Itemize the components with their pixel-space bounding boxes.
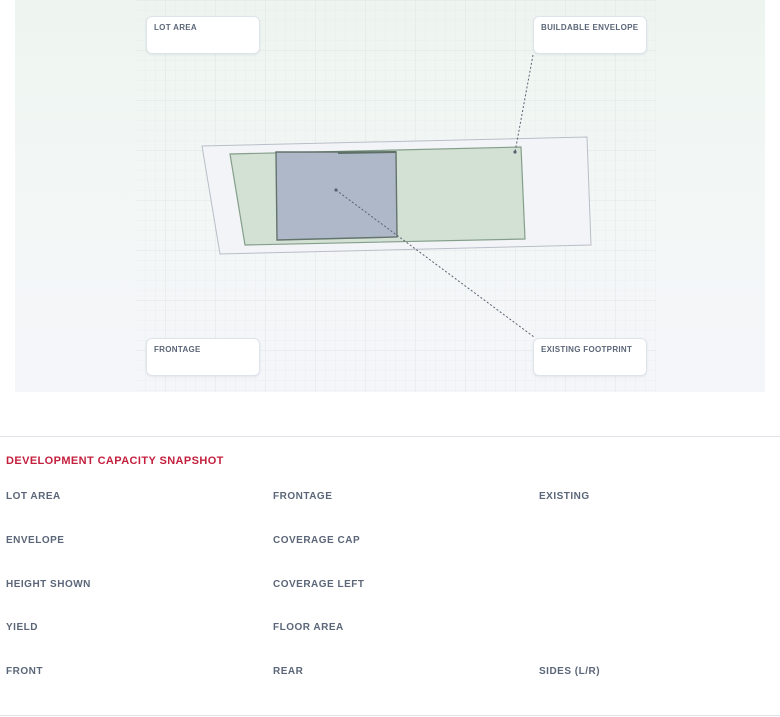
- metric-envelope-label: ENVELOPE: [6, 535, 65, 546]
- callout-buildable-envelope-label: BUILDABLE ENVELOPE: [541, 23, 639, 32]
- site-plan-diagram: [136, 0, 656, 392]
- metric-existing-label: EXISTING: [539, 491, 590, 502]
- callout-buildable-envelope: BUILDABLE ENVELOPE: [533, 16, 647, 54]
- callout-lot-area-label: LOT AREA: [154, 23, 197, 32]
- snapshot-title: DEVELOPMENT CAPACITY SNAPSHOT: [6, 455, 224, 467]
- site-diagram-panel: LOT AREA BUILDABLE ENVELOPE FRONTAGE EXI…: [15, 0, 765, 392]
- metric-front-label: FRONT: [6, 666, 43, 677]
- metric-floor-area-label: FLOOR AREA: [273, 622, 344, 633]
- metric-lot-area-label: LOT AREA: [6, 491, 61, 502]
- metric-coverage-cap-label: COVERAGE CAP: [273, 535, 361, 546]
- callout-existing-footprint-label: EXISTING FOOTPRINT: [541, 345, 633, 354]
- envelope-leader-dot: [513, 150, 517, 154]
- existing-footprint: [275, 151, 398, 241]
- callout-frontage-label: FRONTAGE: [154, 345, 201, 354]
- metric-height-shown-label: HEIGHT SHOWN: [6, 579, 91, 590]
- metric-sides-label: SIDES (L/R): [539, 666, 601, 677]
- snapshot-bottom-divider: [0, 715, 780, 716]
- callout-lot-area: LOT AREA: [146, 16, 260, 54]
- metric-frontage-label: FRONTAGE: [273, 491, 333, 502]
- callout-frontage: FRONTAGE: [146, 338, 260, 376]
- snapshot-top-divider: [0, 436, 780, 437]
- callout-existing-footprint: EXISTING FOOTPRINT: [533, 338, 647, 376]
- metric-coverage-left-label: COVERAGE LEFT: [273, 579, 365, 590]
- footprint-top-accent: [337, 151, 397, 154]
- metric-yield-label: YIELD: [6, 622, 38, 633]
- metric-rear-label: REAR: [273, 666, 304, 677]
- footprint-leader-dot: [334, 188, 338, 192]
